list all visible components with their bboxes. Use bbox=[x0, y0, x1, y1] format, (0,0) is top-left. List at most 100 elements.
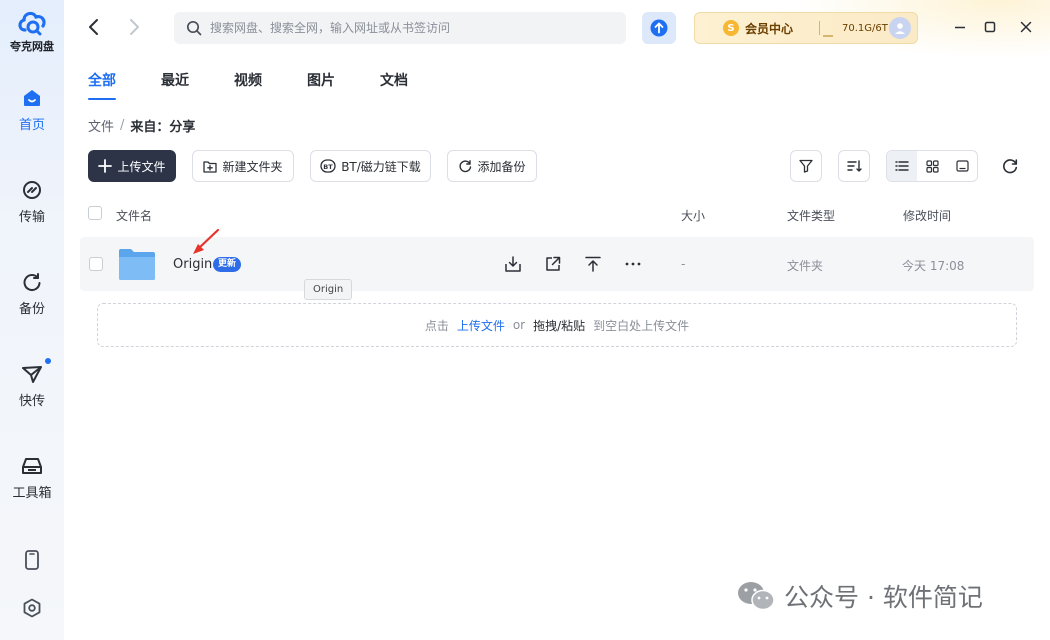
header-modified[interactable]: 修改时间 bbox=[903, 207, 951, 224]
minimize-icon bbox=[955, 26, 965, 29]
toolbox-icon bbox=[22, 458, 42, 474]
add-backup-button[interactable]: 添加备份 bbox=[447, 150, 537, 182]
thumbnail-view-icon bbox=[955, 160, 969, 172]
tab-image[interactable]: 图片 bbox=[307, 70, 335, 100]
dropzone-upload-link[interactable]: 上传文件 bbox=[457, 317, 505, 334]
sidebar-item-send[interactable]: 快传 bbox=[0, 358, 64, 409]
sort-button[interactable] bbox=[838, 150, 870, 182]
add-backup-label: 添加备份 bbox=[477, 159, 526, 174]
sidebar-settings[interactable] bbox=[0, 598, 64, 618]
watermark-text: 公众号 · 软件简记 bbox=[784, 583, 983, 612]
row-checkbox[interactable] bbox=[89, 257, 103, 271]
grid-view-icon bbox=[925, 159, 939, 173]
sidebar-item-toolbox[interactable]: 工具箱 bbox=[0, 456, 64, 501]
file-name[interactable]: Origin bbox=[173, 257, 212, 272]
download-button[interactable] bbox=[504, 255, 522, 273]
table-row[interactable]: Origin 更新 - 文件夹 今天 17:08 bbox=[80, 237, 1034, 291]
vip-divider bbox=[819, 21, 821, 35]
forward-button[interactable] bbox=[124, 17, 144, 37]
search-bar[interactable] bbox=[174, 12, 626, 44]
upload-dropzone[interactable]: 点击 上传文件 or 拖拽/粘贴 到空白处上传文件 bbox=[97, 303, 1017, 347]
dropzone-drag-text: 拖拽/粘贴 bbox=[533, 318, 586, 333]
upload-status-button[interactable] bbox=[642, 12, 676, 44]
filter-button[interactable] bbox=[790, 150, 822, 182]
dropzone-suffix: 到空白处上传文件 bbox=[593, 318, 690, 333]
sidebar-item-transfer[interactable]: 传输 bbox=[0, 180, 64, 225]
bt-download-label: BT/磁力链下载 bbox=[341, 159, 421, 174]
header-name[interactable]: 文件名 bbox=[116, 207, 152, 224]
new-folder-button[interactable]: 新建文件夹 bbox=[192, 150, 294, 182]
upload-file-button[interactable]: 上传文件 bbox=[88, 150, 176, 182]
chevron-right-icon bbox=[130, 19, 139, 35]
close-button[interactable] bbox=[1019, 20, 1033, 34]
dropzone-prefix: 点击 bbox=[424, 318, 449, 333]
list-view-icon bbox=[895, 161, 909, 171]
upload-arrow-icon bbox=[650, 19, 668, 37]
sidebar-item-backup[interactable]: 备份 bbox=[0, 272, 64, 317]
svg-text:BT: BT bbox=[323, 163, 333, 171]
sidebar: 夸克网盘 首页 传输 备份 快传 工具箱 bbox=[0, 0, 64, 640]
wechat-icon bbox=[738, 582, 775, 611]
app-logo[interactable]: 夸克网盘 bbox=[0, 8, 64, 54]
tab-document[interactable]: 文档 bbox=[380, 70, 408, 100]
close-icon bbox=[1020, 21, 1032, 33]
header-size[interactable]: 大小 bbox=[681, 207, 705, 224]
file-type: 文件夹 bbox=[787, 259, 824, 273]
new-folder-label: 新建文件夹 bbox=[222, 159, 283, 174]
upload-to-top-icon bbox=[585, 256, 601, 272]
back-button[interactable] bbox=[84, 17, 104, 37]
category-tabs: 全部 最近 视频 图片 文档 bbox=[88, 70, 453, 100]
home-icon bbox=[24, 90, 40, 106]
file-modified: 今天 17:08 bbox=[902, 259, 965, 273]
cloud-logo-icon bbox=[18, 11, 46, 36]
grid-view-button[interactable] bbox=[917, 151, 947, 181]
filter-icon bbox=[799, 159, 813, 173]
sync-icon bbox=[460, 160, 472, 173]
breadcrumb-current: 来自：分享 bbox=[130, 120, 196, 135]
sidebar-phone[interactable] bbox=[0, 550, 64, 570]
folder-plus-icon bbox=[203, 160, 218, 173]
maximize-button[interactable] bbox=[983, 20, 997, 34]
breadcrumb-root[interactable]: 文件 bbox=[88, 116, 114, 135]
send-icon bbox=[22, 366, 42, 383]
breadcrumb-separator: / bbox=[120, 118, 125, 133]
share-button[interactable] bbox=[544, 255, 562, 273]
header-type[interactable]: 文件类型 bbox=[787, 207, 835, 224]
sort-icon bbox=[847, 160, 862, 172]
select-all-checkbox[interactable] bbox=[88, 206, 102, 220]
avatar[interactable] bbox=[889, 17, 911, 39]
logo-text: 夸克网盘 bbox=[10, 40, 54, 53]
settings-icon bbox=[23, 598, 41, 618]
tab-all[interactable]: 全部 bbox=[88, 70, 116, 100]
refresh-button[interactable] bbox=[1001, 157, 1019, 175]
thumbnail-view-button[interactable] bbox=[947, 151, 977, 181]
move-to-top-button[interactable] bbox=[584, 255, 602, 273]
plus-icon bbox=[98, 159, 113, 173]
phone-icon bbox=[25, 550, 39, 570]
upload-file-label: 上传文件 bbox=[117, 159, 166, 174]
dropzone-or: or bbox=[512, 318, 526, 332]
tab-video[interactable]: 视频 bbox=[234, 70, 262, 100]
backup-icon bbox=[23, 273, 41, 292]
update-badge: 更新 bbox=[213, 257, 242, 272]
vip-label: 会员中心 bbox=[745, 21, 794, 36]
tab-recent[interactable]: 最近 bbox=[161, 70, 189, 100]
vip-center-button[interactable]: S 会员中心 70.1G/6T bbox=[694, 12, 918, 44]
more-dots-icon bbox=[625, 262, 641, 266]
red-arrow-annotation bbox=[193, 228, 220, 254]
share-icon bbox=[546, 256, 561, 271]
refresh-icon bbox=[1003, 159, 1018, 174]
sidebar-item-label: 首页 bbox=[18, 118, 45, 133]
sidebar-item-home[interactable]: 首页 bbox=[0, 88, 64, 133]
sidebar-item-label: 备份 bbox=[18, 302, 45, 317]
watermark: 公众号 · 软件简记 bbox=[736, 578, 983, 614]
minimize-button[interactable] bbox=[953, 20, 967, 34]
bt-download-button[interactable]: BT BT/磁力链下载 bbox=[310, 150, 431, 182]
vip-s-icon: S bbox=[723, 20, 739, 36]
breadcrumb: 文件 / 来自：分享 bbox=[88, 116, 195, 135]
search-input[interactable] bbox=[210, 21, 610, 35]
storage-usage: 70.1G/6T bbox=[842, 22, 888, 34]
list-view-button[interactable] bbox=[887, 151, 917, 181]
file-size: - bbox=[681, 257, 686, 271]
more-button[interactable] bbox=[624, 255, 642, 273]
